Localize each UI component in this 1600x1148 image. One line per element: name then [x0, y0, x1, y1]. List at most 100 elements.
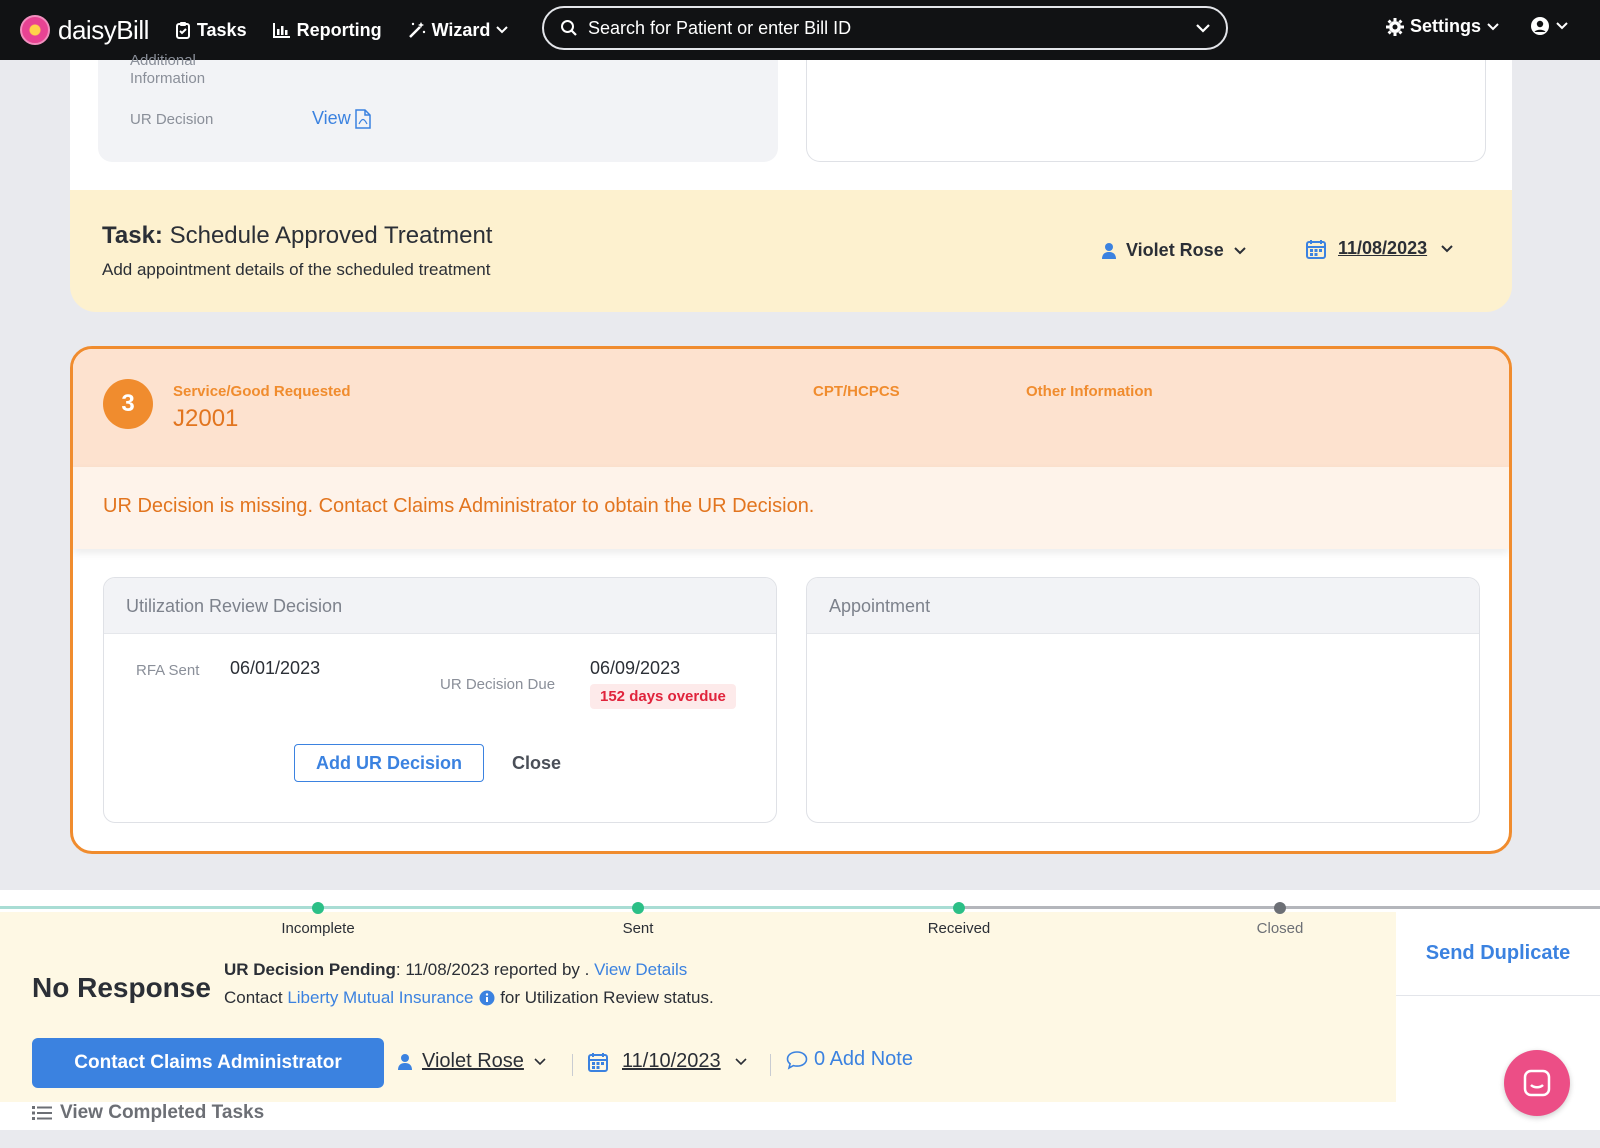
- request-card: 3 Service/Good Requested J2001 CPT/HCPCS…: [70, 346, 1512, 854]
- account-menu[interactable]: [1530, 16, 1568, 36]
- contact-claims-administrator-button[interactable]: Contact Claims Administrator: [32, 1038, 384, 1088]
- step-sent-check-icon: [632, 902, 644, 914]
- contact-line: Contact Liberty Mutual Insurance for Uti…: [224, 988, 714, 1008]
- user-circle-icon: [1531, 17, 1549, 35]
- search-input[interactable]: [588, 17, 1196, 39]
- send-duplicate-link[interactable]: Send Duplicate: [1426, 942, 1570, 965]
- status-due-date-dropdown[interactable]: 11/10/2023: [588, 1050, 747, 1073]
- additional-information-text: Additional Information: [130, 52, 206, 87]
- chevron-down-icon: [534, 1057, 546, 1065]
- administrator-link[interactable]: Liberty Mutual Insurance: [287, 988, 473, 1008]
- nav-reporting-label: Reporting: [296, 19, 382, 40]
- divider: [572, 1054, 573, 1076]
- rfa-sent-value: 06/01/2023: [230, 658, 321, 678]
- calendar-icon: [1306, 239, 1326, 259]
- chat-launcher-button[interactable]: [1504, 1050, 1570, 1116]
- service-label: Service/Good Requested: [173, 383, 351, 400]
- nav-tasks[interactable]: Tasks: [175, 20, 247, 41]
- step-incomplete-check-icon: [312, 902, 324, 914]
- send-duplicate-panel: Send Duplicate: [1396, 912, 1600, 996]
- chevron-down-icon: [1233, 246, 1246, 254]
- status-assignee-name: Violet Rose: [422, 1050, 524, 1072]
- top-navbar: daisyBill Tasks Reporting Wizard Setting…: [0, 0, 1600, 60]
- brand-name: daisyBill: [58, 14, 149, 45]
- ur-panel-title: Utilization Review Decision: [104, 578, 776, 634]
- ur-decision-label: UR Decision: [130, 111, 214, 128]
- nav-wizard-label: Wizard: [431, 19, 491, 40]
- nav-reporting[interactable]: Reporting: [272, 19, 382, 41]
- nav-settings-label: Settings: [1410, 16, 1482, 36]
- close-button[interactable]: Close: [512, 753, 561, 774]
- appointment-panel-title: Appointment: [807, 578, 1479, 634]
- clipboard-icon: [175, 22, 190, 39]
- ur-due-label: UR Decision Due: [440, 676, 556, 693]
- pending-line: UR Decision Pending: 11/08/2023 reported…: [224, 960, 687, 980]
- search-icon: [561, 20, 577, 36]
- step-incomplete-label: Incomplete: [281, 920, 355, 937]
- task-due-date-dropdown[interactable]: 11/08/2023: [1306, 238, 1453, 259]
- rfa-sent-label: RFA Sent: [136, 662, 200, 679]
- previous-request-card: Additional Information UR Decision View: [70, 52, 1512, 190]
- pdf-file-icon: [354, 108, 371, 129]
- chevron-down-icon: [1441, 244, 1453, 252]
- warning-text: UR Decision is missing. Contact Claims A…: [103, 495, 815, 517]
- add-ur-decision-button[interactable]: Add UR Decision: [294, 744, 484, 782]
- list-icon: [32, 1106, 52, 1120]
- add-note-label: 0 Add Note: [814, 1048, 913, 1070]
- request-header: 3 Service/Good Requested J2001 CPT/HCPCS…: [73, 349, 1509, 467]
- missing-ur-warning: UR Decision is missing. Contact Claims A…: [73, 467, 1509, 549]
- step-sent-label: Sent: [622, 920, 654, 937]
- task-assignee-dropdown[interactable]: Violet Rose: [1102, 240, 1256, 261]
- overdue-badge: 152 days overdue: [590, 684, 736, 709]
- status-title: No Response: [32, 972, 211, 1003]
- chevron-down-icon: [1487, 22, 1499, 30]
- task-title-text: Schedule Approved Treatment: [169, 222, 493, 249]
- status-assignee-dropdown[interactable]: Violet Rose: [398, 1050, 546, 1073]
- status-due-date: 11/10/2023: [622, 1050, 721, 1072]
- service-value: J2001: [173, 405, 239, 432]
- view-link-label: View: [312, 108, 351, 128]
- gear-icon: [1386, 17, 1404, 36]
- step-received-check-icon: [953, 902, 965, 914]
- pending-label: UR Decision Pending: [224, 960, 396, 979]
- nav-tasks-label: Tasks: [196, 19, 247, 40]
- search-bar[interactable]: [542, 6, 1228, 50]
- daisy-icon: [20, 15, 50, 45]
- nav-wizard[interactable]: Wizard: [408, 20, 509, 41]
- task-assignee-name: Violet Rose: [1126, 240, 1224, 260]
- user-icon: [398, 1053, 412, 1070]
- user-icon: [1102, 242, 1116, 259]
- info-icon[interactable]: [479, 990, 495, 1006]
- chevron-down-icon: [496, 26, 509, 34]
- divider: [770, 1054, 771, 1076]
- appointment-panel: Appointment: [806, 577, 1480, 823]
- chat-icon: [1523, 1069, 1551, 1097]
- contact-prefix: Contact: [224, 988, 288, 1007]
- nav-settings[interactable]: Settings: [1386, 16, 1499, 37]
- contact-suffix: for Utilization Review status.: [495, 988, 714, 1007]
- view-completed-tasks-link[interactable]: View Completed Tasks: [32, 1102, 264, 1124]
- ur-decision-view-link[interactable]: View: [312, 108, 371, 129]
- ur-due-value: 06/09/2023: [590, 658, 681, 678]
- ur-decision-panel: Utilization Review Decision RFA Sent 06/…: [103, 577, 777, 823]
- add-note-button[interactable]: 0 Add Note: [786, 1048, 913, 1071]
- chevron-down-icon: [735, 1057, 747, 1065]
- task-title: Task: Schedule Approved Treatment: [102, 222, 492, 250]
- brand-logo[interactable]: daisyBill: [20, 15, 149, 46]
- other-information-label: Other Information: [1026, 383, 1153, 400]
- additional-information-label: Additional Information: [130, 52, 220, 88]
- task-due-date: 11/08/2023: [1338, 238, 1428, 258]
- chevron-down-icon: [1556, 22, 1568, 30]
- cpt-label: CPT/HCPCS: [813, 383, 900, 400]
- step-closed-dot-icon: [1274, 902, 1286, 914]
- previous-ur-panel: Additional Information UR Decision View: [98, 52, 778, 162]
- chevron-down-icon[interactable]: [1196, 23, 1210, 33]
- bar-chart-icon: [272, 23, 290, 38]
- magic-wand-icon: [408, 22, 425, 38]
- calendar-icon: [588, 1052, 608, 1072]
- status-main: No Response UR Decision Pending: 11/08/2…: [0, 912, 1396, 1102]
- task-subtitle: Add appointment details of the scheduled…: [102, 260, 491, 279]
- comment-icon: [786, 1050, 808, 1070]
- view-details-link[interactable]: View Details: [594, 960, 687, 979]
- status-progress: Incomplete Sent Received Closed: [0, 890, 1600, 937]
